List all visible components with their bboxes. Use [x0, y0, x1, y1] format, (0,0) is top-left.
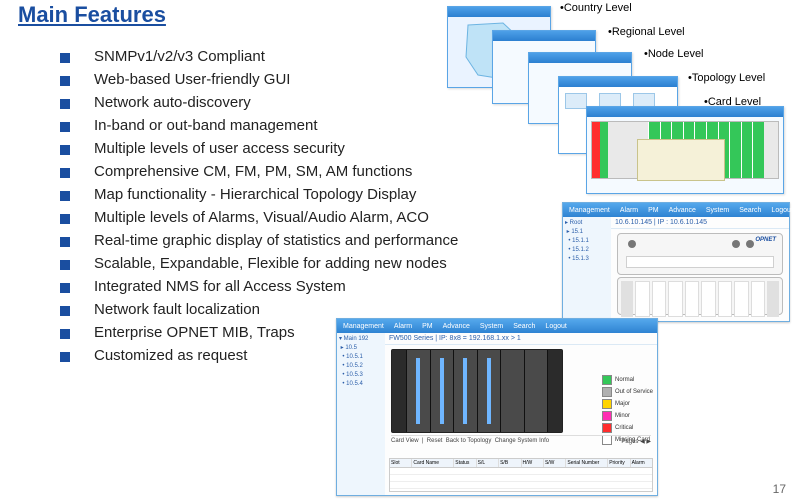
menu-item: Management: [569, 207, 610, 214]
menu-item: Logout: [545, 323, 566, 330]
label-country: •Country Level: [560, 2, 632, 14]
bullet-icon: [60, 122, 70, 132]
menu-item: System: [480, 323, 503, 330]
bullet-text: Multiple levels of Alarms, Visual/Audio …: [94, 209, 429, 226]
bullet-item: Real-time graphic display of statistics …: [60, 232, 600, 249]
bullet-text: Multiple levels of user access security: [94, 140, 345, 157]
menu-item: Logout: [771, 207, 792, 214]
legend-label: Out of Service: [615, 389, 653, 395]
legend-label: Normal: [615, 377, 634, 383]
legend-label: Minor: [615, 413, 630, 419]
legend-label: Major: [615, 401, 630, 407]
swatch-normal: [602, 375, 612, 385]
bullet-text: Network fault localization: [94, 301, 260, 318]
menu-item: Search: [513, 323, 535, 330]
thumb-card: [586, 106, 784, 194]
app-menubar: Management Alarm PM Advance System Searc…: [563, 203, 789, 217]
bullet-item: Comprehensive CM, FM, PM, SM, AM functio…: [60, 163, 600, 180]
menu-item: Advance: [669, 207, 696, 214]
app-sidebar: ▾ Main 192 ▸ 10.5 • 10.5.1 • 10.5.2 • 10…: [337, 333, 386, 495]
bullet-text: Customized as request: [94, 347, 247, 364]
swatch-outofservice: [602, 387, 612, 397]
bullet-text: Integrated NMS for all Access System: [94, 278, 346, 295]
bullet-icon: [60, 237, 70, 247]
bullet-icon: [60, 260, 70, 270]
th: H/W: [522, 459, 544, 467]
label-regional: •Regional Level: [608, 26, 685, 38]
bullet-icon: [60, 145, 70, 155]
bullet-text: Enterprise OPNET MIB, Traps: [94, 324, 295, 341]
bullet-item: Scalable, Expandable, Flexible for addin…: [60, 255, 600, 272]
bullet-icon: [60, 168, 70, 178]
menu-item: System: [706, 207, 729, 214]
device-brand: OPNET: [755, 237, 776, 243]
bullet-text: Scalable, Expandable, Flexible for addin…: [94, 255, 447, 272]
th: S/B: [499, 459, 521, 467]
bullet-item: Multiple levels of user access security: [60, 140, 600, 157]
label-topology: •Topology Level: [688, 72, 765, 84]
menu-item: Advance: [443, 323, 470, 330]
menu-item: Search: [739, 207, 761, 214]
port-icon: [628, 240, 636, 248]
swatch-critical: [602, 423, 612, 433]
bullet-item: Network fault localization: [60, 301, 600, 318]
bullet-text: Web-based User-friendly GUI: [94, 71, 290, 88]
bullet-icon: [60, 191, 70, 201]
app-sidebar: ▸ Root ▸ 15.1 • 15.1.1 • 15.1.2 • 15.1.3: [563, 217, 612, 321]
bullet-icon: [60, 329, 70, 339]
breadcrumb: FW500 Series | IP: 8x8 = 192.168.1.xx > …: [385, 333, 657, 345]
swatch-minor: [602, 411, 612, 421]
bullet-icon: [60, 352, 70, 362]
bullet-text: Map functionality - Hierarchical Topolog…: [94, 186, 416, 203]
label-node: •Node Level: [644, 48, 704, 60]
device-chassis: OPNET: [617, 233, 783, 275]
bullet-icon: [60, 214, 70, 224]
card-dialog: [637, 139, 725, 181]
app-chassis-view: Management Alarm PM Advance System Searc…: [336, 318, 658, 496]
bullet-icon: [60, 283, 70, 293]
toolbar-row: Card View | Reset Back to Topology Chang…: [391, 435, 651, 445]
bullet-icon: [60, 99, 70, 109]
bullet-text: Network auto-discovery: [94, 94, 251, 111]
th: Serial Number: [566, 459, 608, 467]
bullet-item: Integrated NMS for all Access System: [60, 278, 600, 295]
th: Slot: [390, 459, 412, 467]
label-card: •Card Level: [704, 96, 761, 108]
th: Priority: [608, 459, 630, 467]
device-port-grid: [617, 277, 783, 315]
port-icon: [746, 240, 754, 248]
menu-item: Alarm: [620, 207, 638, 214]
menu-item: PM: [422, 323, 433, 330]
th: Alarm: [631, 459, 652, 467]
bullet-text: Comprehensive CM, FM, PM, SM, AM functio…: [94, 163, 412, 180]
legend-label: Critical: [615, 425, 633, 431]
bullet-text: SNMPv1/v2/v3 Compliant: [94, 48, 265, 65]
bullet-item: Multiple levels of Alarms, Visual/Audio …: [60, 209, 600, 226]
port-icon: [732, 240, 740, 248]
app-device-view: Management Alarm PM Advance System Searc…: [562, 202, 790, 322]
chassis-graphic: [391, 349, 563, 433]
bullet-item: Map functionality - Hierarchical Topolog…: [60, 186, 600, 203]
slide-title: Main Features: [18, 2, 166, 28]
breadcrumb: 10.6.10.145 | IP : 10.6.10.145: [611, 217, 789, 229]
swatch-major: [602, 399, 612, 409]
menu-item: Alarm: [394, 323, 412, 330]
th: Card Name: [412, 459, 454, 467]
app-menubar: Management Alarm PM Advance System Searc…: [337, 319, 657, 333]
bullet-icon: [60, 53, 70, 63]
bullet-icon: [60, 76, 70, 86]
bullet-item: In-band or out-band management: [60, 117, 600, 134]
status-table: Slot Card Name Status S/L S/B H/W S/W Se…: [389, 458, 653, 492]
th: S/W: [544, 459, 566, 467]
bullet-text: Real-time graphic display of statistics …: [94, 232, 458, 249]
bullet-icon: [60, 306, 70, 316]
th: Status: [454, 459, 476, 467]
page-number: 17: [773, 482, 786, 496]
bullet-text: In-band or out-band management: [94, 117, 317, 134]
th: S/L: [477, 459, 499, 467]
menu-item: PM: [648, 207, 659, 214]
menu-item: Management: [343, 323, 384, 330]
